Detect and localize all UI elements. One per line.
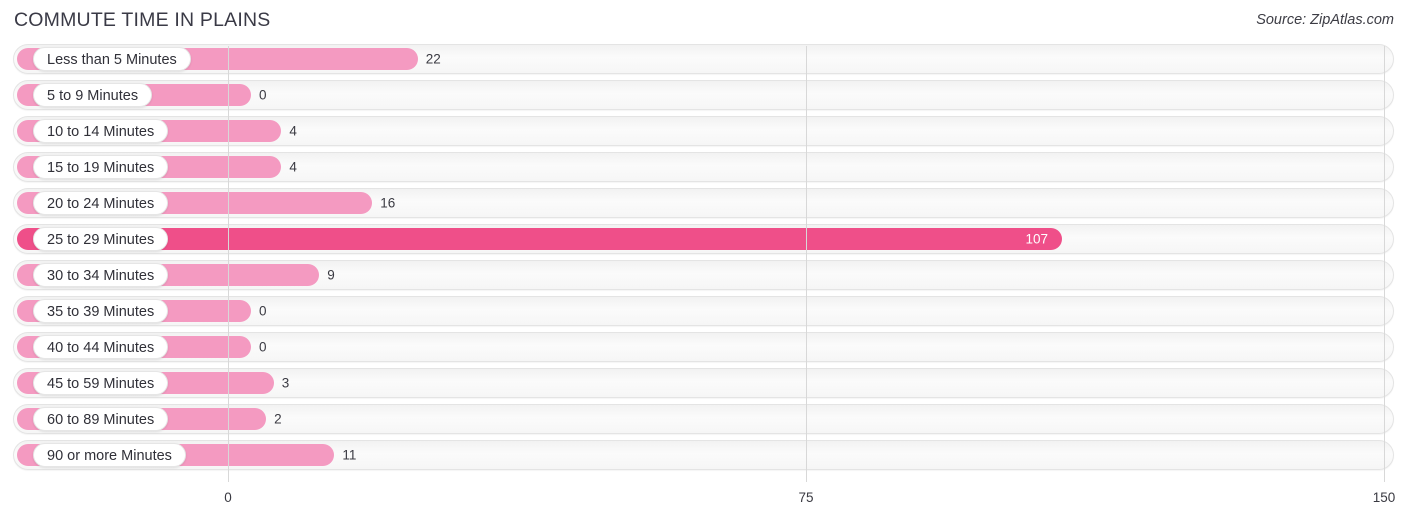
bar-row[interactable]: 4 15 to 19 Minutes bbox=[0, 152, 1406, 182]
category-label-pill[interactable]: 30 to 34 Minutes bbox=[33, 263, 169, 287]
x-axis-tick-label: 75 bbox=[798, 490, 814, 505]
bar-row[interactable]: 3 45 to 59 Minutes bbox=[0, 368, 1406, 398]
bar-value-label: 0 bbox=[259, 87, 267, 103]
bar-row[interactable]: 0 5 to 9 Minutes bbox=[0, 80, 1406, 110]
bar-value-label: 4 bbox=[289, 159, 297, 175]
x-axis-tick-label: 150 bbox=[1372, 490, 1396, 505]
bar-value-label: 4 bbox=[289, 123, 297, 139]
bar-value-label: 22 bbox=[425, 51, 441, 67]
bar-value-label: 2 bbox=[274, 411, 282, 427]
category-label-pill[interactable]: 90 or more Minutes bbox=[33, 443, 186, 467]
category-label-pill[interactable]: 45 to 59 Minutes bbox=[33, 371, 169, 395]
category-label-pill[interactable]: 25 to 29 Minutes bbox=[33, 227, 169, 251]
bar-value-label: 0 bbox=[259, 339, 267, 355]
bar-value-label: 3 bbox=[281, 375, 290, 391]
bar-row[interactable]: 2 60 to 89 Minutes bbox=[0, 404, 1406, 434]
chart-plot-area: 22 Less than 5 Minutes 0 5 to 9 Minutes 4 10 … bbox=[0, 44, 1406, 484]
bar-value-label: 0 bbox=[259, 303, 267, 319]
category-label-pill[interactable]: 35 to 39 Minutes bbox=[33, 299, 169, 323]
category-label-pill[interactable]: 40 to 44 Minutes bbox=[33, 335, 169, 359]
bar-value-label: 9 bbox=[327, 267, 335, 283]
bar-row[interactable]: 0 35 to 39 Minutes bbox=[0, 296, 1406, 326]
bar-row[interactable]: 4 10 to 14 Minutes bbox=[0, 116, 1406, 146]
bar-rows: 22 Less than 5 Minutes 0 5 to 9 Minutes 4 10 … bbox=[0, 44, 1406, 476]
source-attribution: Source: ZipAtlas.com bbox=[1256, 12, 1394, 28]
category-label-pill[interactable]: 60 to 89 Minutes bbox=[33, 407, 169, 431]
chart-header: COMMUTE TIME IN PLAINS Source: ZipAtlas.… bbox=[0, 0, 1406, 44]
category-label-pill[interactable]: 10 to 14 Minutes bbox=[33, 119, 169, 143]
bar-value-label: 16 bbox=[380, 195, 396, 211]
bar[interactable]: 107 bbox=[17, 228, 1063, 250]
bar-row[interactable]: 107 25 to 29 Minutes bbox=[0, 224, 1406, 254]
bar-value-label: 107 bbox=[1025, 231, 1049, 247]
bar-row[interactable]: 0 40 to 44 Minutes bbox=[0, 332, 1406, 362]
category-label-pill[interactable]: 15 to 19 Minutes bbox=[33, 155, 169, 179]
category-label-pill[interactable]: Less than 5 Minutes bbox=[33, 47, 191, 71]
bar-row[interactable]: 9 30 to 34 Minutes bbox=[0, 260, 1406, 290]
x-axis: 0 75 150 bbox=[0, 484, 1406, 522]
bar-value-label: 11 bbox=[342, 447, 357, 463]
bar-row[interactable]: 16 20 to 24 Minutes bbox=[0, 188, 1406, 218]
x-axis-tick-label: 0 bbox=[224, 490, 232, 505]
category-label-pill[interactable]: 5 to 9 Minutes bbox=[33, 83, 153, 107]
bar-row[interactable]: 11 90 or more Minutes bbox=[0, 440, 1406, 470]
category-label-pill[interactable]: 20 to 24 Minutes bbox=[33, 191, 169, 215]
page-title: COMMUTE TIME IN PLAINS bbox=[14, 9, 271, 31]
bar-row[interactable]: 22 Less than 5 Minutes bbox=[0, 44, 1406, 74]
